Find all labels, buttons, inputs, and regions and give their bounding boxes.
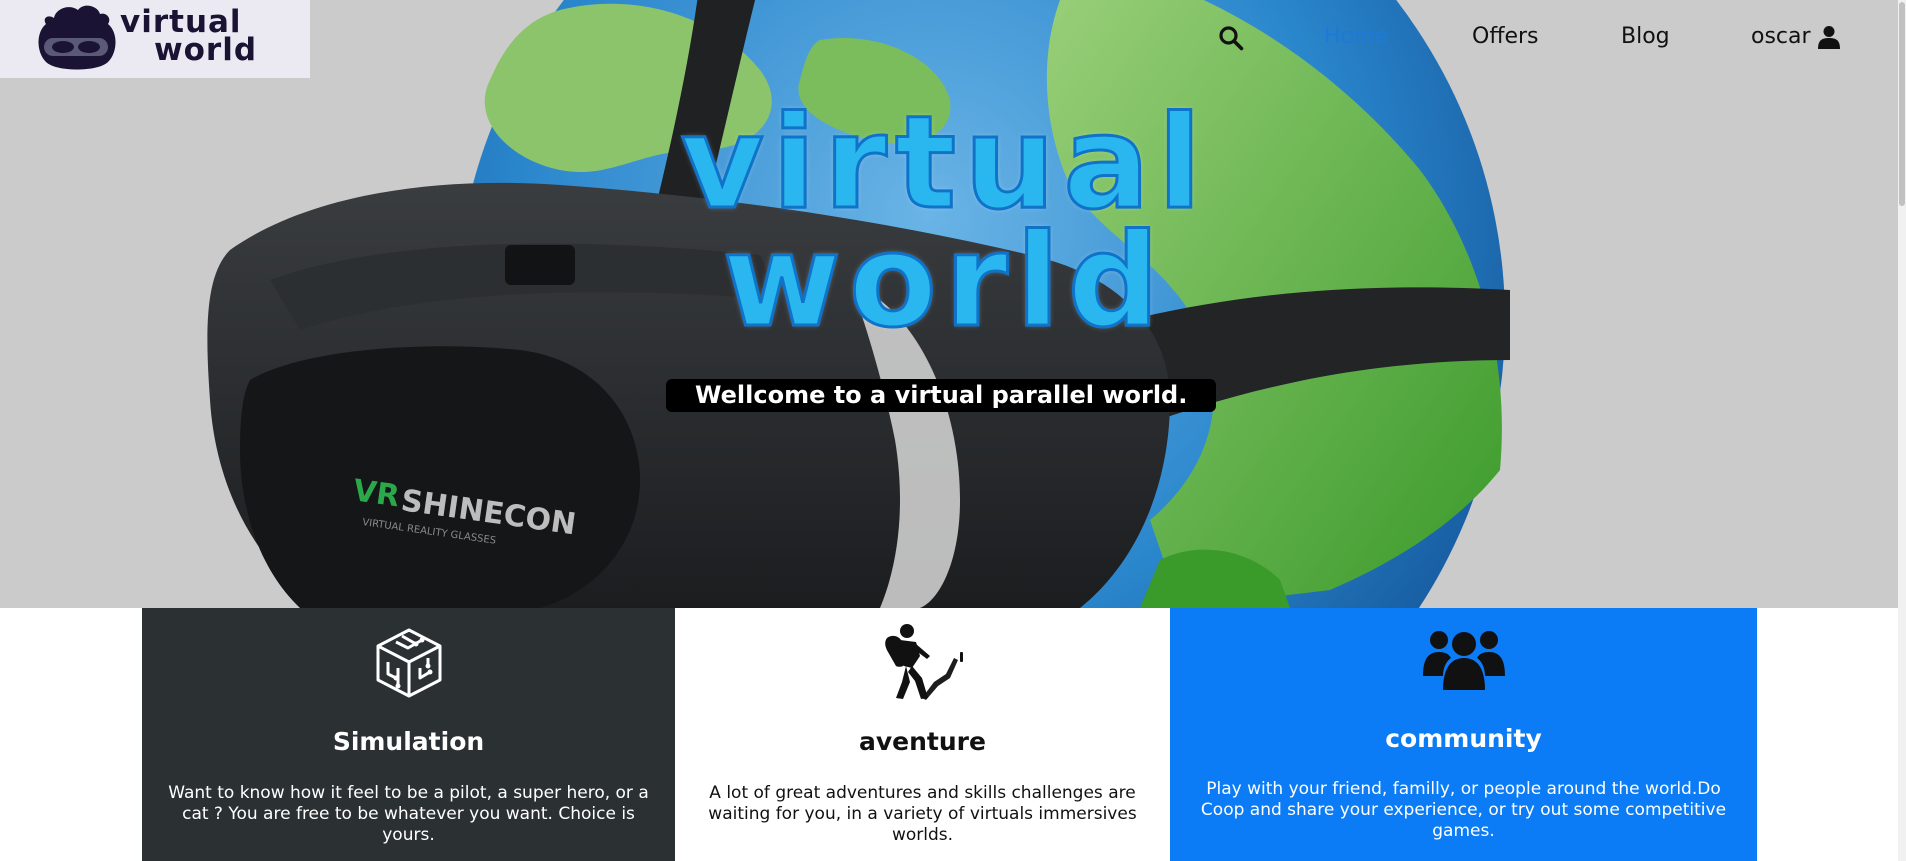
user-icon <box>1817 26 1840 49</box>
feature-title: Simulation <box>332 727 485 756</box>
main-nav: Home Offers Blog oscar <box>0 22 1906 56</box>
user-name: oscar <box>1751 24 1811 49</box>
feature-title: community <box>1385 724 1542 753</box>
feature-description: A lot of great adventures and skills cha… <box>708 783 1137 845</box>
feature-card-aventure: aventure A lot of great adventures and s… <box>675 608 1170 861</box>
hero-title: virtual world <box>530 89 1360 356</box>
search-icon[interactable] <box>1218 25 1244 55</box>
user-menu[interactable]: oscar <box>1751 22 1841 52</box>
feature-description: Play with your friend, familly, or peopl… <box>1200 779 1727 841</box>
feature-description: Want to know how it feel to be a pilot, … <box>168 783 649 845</box>
feature-card-simulation: Simulation Want to know how it feel to b… <box>142 608 675 861</box>
feature-card-community: community Play with your friend, familly… <box>1170 608 1757 861</box>
nav-home[interactable]: Home <box>1324 22 1389 52</box>
hero-title-line-1: virtual <box>679 89 1210 238</box>
hiker-icon <box>884 624 963 700</box>
hero-title-line-2: world <box>721 207 1168 356</box>
scrollbar-thumb[interactable] <box>1899 2 1905 206</box>
svg-text:VR: VR <box>351 473 402 514</box>
nav-blog[interactable]: Blog <box>1621 22 1670 52</box>
nav-offers[interactable]: Offers <box>1472 22 1539 52</box>
circuit-cube-icon <box>376 628 441 698</box>
feature-title: aventure <box>859 727 986 756</box>
users-icon <box>1422 631 1505 690</box>
hero-banner: VR SHINECON VIRTUAL REALITY GLASSES virt… <box>0 0 1906 608</box>
hero-tagline: Wellcome to a virtual parallel world. <box>666 379 1217 412</box>
page-scrollbar[interactable] <box>1898 0 1906 861</box>
